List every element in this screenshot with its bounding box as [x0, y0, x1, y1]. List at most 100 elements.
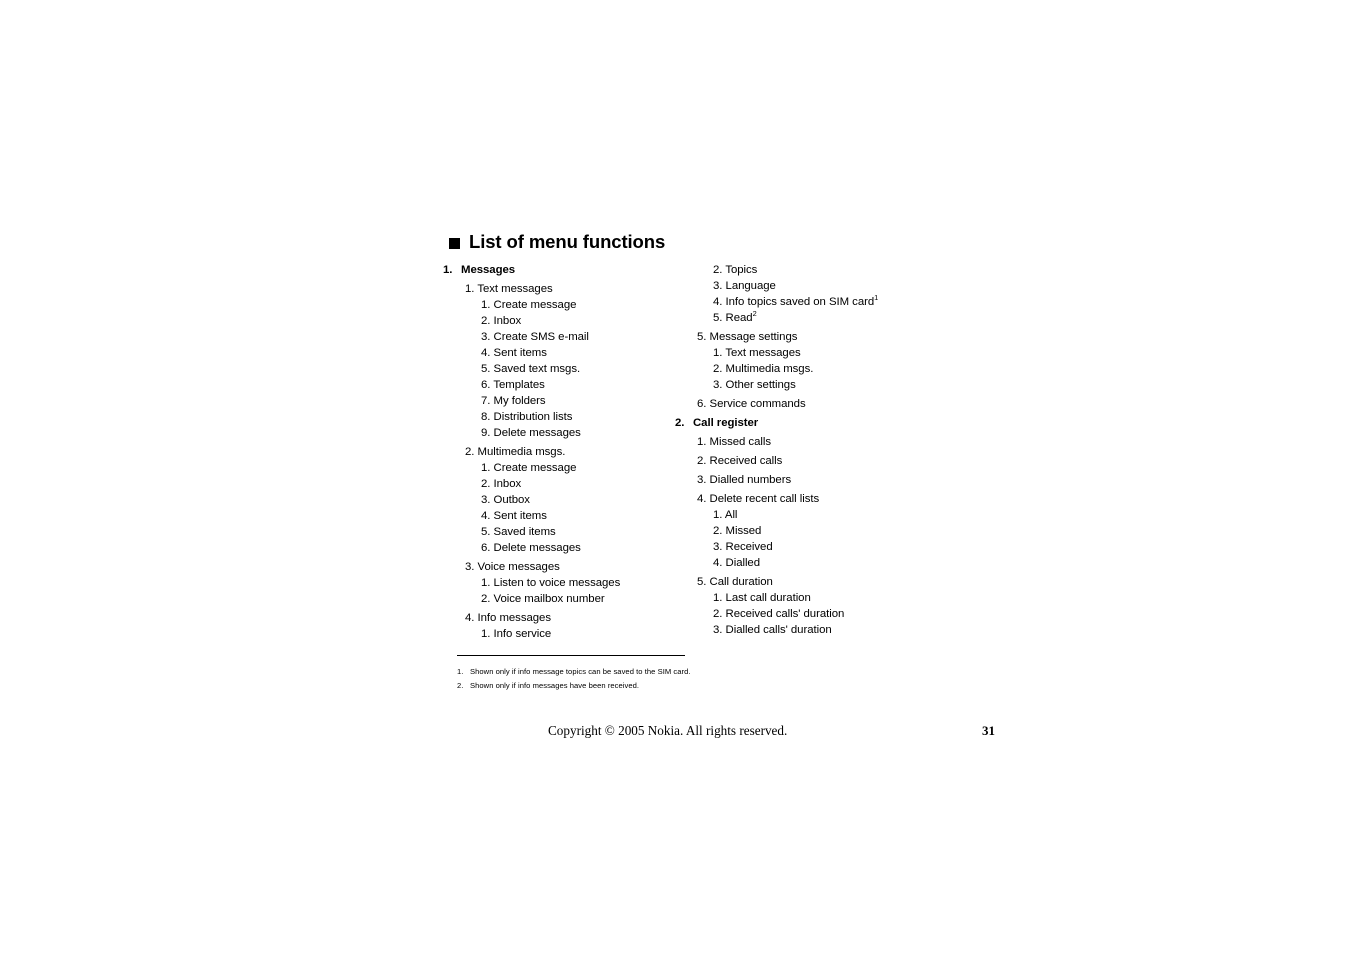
menu-item-label: Language — [725, 280, 776, 292]
menu-item-number: 8. — [481, 411, 491, 423]
menu-item-label: Distribution lists — [493, 411, 573, 423]
menu-item-row: 3. Other settings — [675, 377, 975, 393]
menu-item-number: 1. — [713, 347, 723, 359]
menu-item-number: 9. — [481, 427, 491, 439]
menu-item-row: 2. Voice mailbox number — [443, 591, 693, 607]
menu-item-number: 6. — [697, 398, 707, 410]
menu-item-row: 2. Received calls — [675, 453, 975, 469]
menu-item-label: Delete recent call lists — [709, 493, 820, 505]
menu-item-row: 2. Inbox — [443, 313, 693, 329]
menu-item-number: 7. — [481, 395, 491, 407]
menu-item-row: 2. Call register — [675, 415, 975, 431]
menu-item-label: Messages — [461, 264, 516, 276]
menu-item-number: 4. — [481, 347, 491, 359]
menu-item-label: Voice mailbox number — [493, 593, 605, 605]
menu-item-label: Outbox — [493, 494, 530, 506]
menu-item-number: 4. — [481, 510, 491, 522]
menu-item-number: 4. — [713, 557, 723, 569]
menu-item-number: 6. — [481, 542, 491, 554]
menu-item-number: 1. — [713, 592, 723, 604]
menu-item-row: 2. Missed — [675, 523, 975, 539]
menu-item-row: 3. Dialled numbers — [675, 472, 975, 488]
menu-item-label: Dialled — [725, 557, 761, 569]
menu-item-label: Create message — [493, 462, 577, 474]
footnote-number: 2. — [457, 681, 464, 690]
menu-item-label: All — [724, 509, 738, 521]
menu-item-label: My folders — [493, 395, 546, 407]
menu-item-label: Info service — [493, 628, 552, 640]
menu-item-row: 3. Voice messages — [443, 559, 693, 575]
menu-item-number: 1. — [481, 462, 491, 474]
menu-item-row: 1. Text messages — [443, 281, 693, 297]
menu-item-label: Call duration — [709, 576, 773, 588]
copyright-notice: Copyright © 2005 Nokia. All rights reser… — [548, 723, 788, 738]
menu-item-label: Voice messages — [477, 561, 560, 573]
menu-item-number: 5. — [481, 526, 491, 538]
menu-item-number: 5. — [697, 576, 707, 588]
menu-item-number: 4. — [713, 296, 723, 308]
menu-list-column-right: 2. Topics 3. Language 4. Info topics saved… — [675, 262, 975, 638]
menu-item-row: 9. Delete messages — [443, 425, 693, 441]
menu-item-label: Received calls' duration — [725, 608, 845, 620]
menu-item-label: Info topics saved on SIM card — [725, 296, 875, 308]
menu-item-row: 1. Last call duration — [675, 590, 975, 606]
menu-item-label: Listen to voice messages — [493, 577, 621, 589]
menu-item-row: 6. Delete messages — [443, 540, 693, 556]
menu-item-row: 3. Create SMS e-mail — [443, 329, 693, 345]
menu-item-label: Other settings — [725, 379, 796, 391]
menu-item-row: 2. Multimedia msgs. — [443, 444, 693, 460]
footnote-text: Shown only if info message topics can be… — [470, 667, 691, 676]
footnote-text: Shown only if info messages have been re… — [470, 681, 640, 690]
menu-item-number: 2. — [481, 478, 491, 490]
menu-item-label: Delete messages — [493, 427, 581, 439]
filled-square-bullet-icon — [449, 237, 460, 249]
menu-item-label: Saved items — [493, 526, 556, 538]
menu-item-row: 3. Language — [675, 278, 975, 294]
menu-item-row: 2. Received calls' duration — [675, 606, 975, 622]
footnote-list: 1. Shown only if info message topics can … — [457, 665, 877, 693]
menu-item-number: 6. — [481, 379, 491, 391]
menu-item-label: Sent items — [493, 347, 547, 359]
menu-item-number: 2. — [713, 525, 723, 537]
menu-item-label: Message settings — [709, 331, 798, 343]
menu-list-column-left: 1. Messages 1. Text messages 1. Create mess… — [443, 262, 693, 642]
footnote-item: 2. Shown only if info messages have been … — [457, 679, 877, 693]
menu-item-number: 3. — [713, 624, 723, 636]
menu-item-row: 4. Sent items — [443, 508, 693, 524]
menu-item-label: Templates — [493, 379, 545, 391]
menu-item-number: 2. — [465, 446, 475, 458]
menu-item-number: 3. — [465, 561, 475, 573]
menu-item-number: 3. — [481, 494, 491, 506]
menu-item-label: Text messages — [725, 347, 801, 359]
menu-item-label: Inbox — [493, 478, 522, 490]
menu-item-row: 4. Dialled — [675, 555, 975, 571]
menu-item-row: 8. Distribution lists — [443, 409, 693, 425]
menu-item-label: Saved text msgs. — [493, 363, 581, 375]
menu-item-number: 1. — [481, 628, 491, 640]
menu-item-row: 1. Messages — [443, 262, 693, 278]
menu-item-row: 3. Outbox — [443, 492, 693, 508]
menu-item-number: 3. — [697, 474, 707, 486]
menu-item-row: 4. Sent items — [443, 345, 693, 361]
menu-item-label: Topics — [725, 264, 758, 276]
menu-item-row: 4. Info topics saved on SIM card1 — [675, 294, 975, 310]
menu-item-number: 4. — [697, 493, 707, 505]
menu-item-number: 2. — [675, 417, 685, 429]
menu-item-label: Received — [725, 541, 773, 553]
menu-item-label: Service commands — [709, 398, 806, 410]
menu-item-number: 2. — [713, 363, 723, 375]
page-number: 31 — [982, 723, 995, 738]
menu-item-number: 3. — [713, 280, 723, 292]
menu-item-number: 3. — [713, 541, 723, 553]
menu-item-row: 2. Multimedia msgs. — [675, 361, 975, 377]
menu-item-row: 1. Create message — [443, 460, 693, 476]
menu-item-row: 6. Templates — [443, 377, 693, 393]
footnote-item: 1. Shown only if info message topics can … — [457, 665, 877, 679]
menu-item-number: 2. — [481, 315, 491, 327]
menu-item-row: 3. Received — [675, 539, 975, 555]
page-title-text: List of menu functions — [469, 231, 666, 252]
menu-item-number: 1. — [713, 509, 723, 521]
menu-item-label: Missed calls — [709, 436, 771, 448]
menu-item-number: 3. — [713, 379, 723, 391]
menu-item-row: 1. Listen to voice messages — [443, 575, 693, 591]
